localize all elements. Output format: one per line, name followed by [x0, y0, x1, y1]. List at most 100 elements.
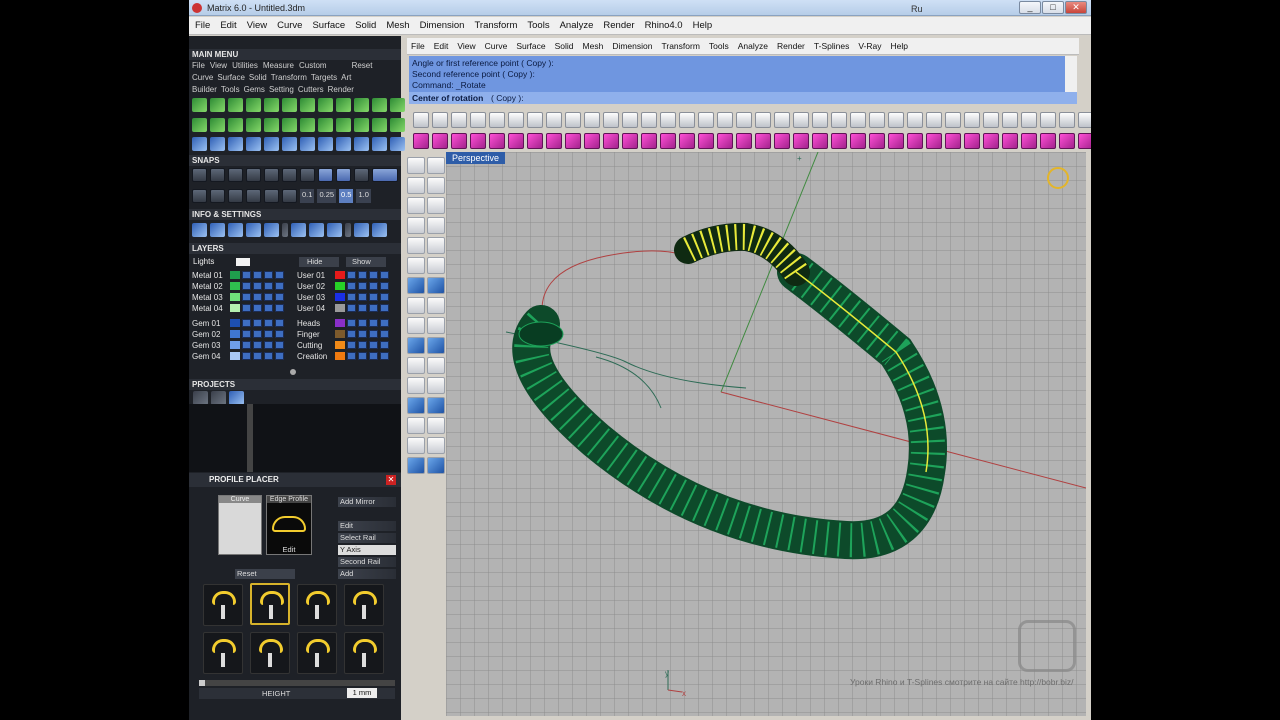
material-icon[interactable]	[291, 223, 306, 237]
sun-icon[interactable]	[907, 112, 923, 128]
ring-builder-icon[interactable]	[192, 98, 207, 112]
tsplines-tool-7-icon[interactable]	[527, 133, 543, 149]
profile-tool-8[interactable]	[344, 632, 384, 674]
layer-visibility-icon[interactable]	[347, 271, 356, 279]
tsplines-tool-12-icon[interactable]	[622, 133, 638, 149]
snap-ortho-icon[interactable]	[372, 168, 398, 182]
sidebar-tool-2-icon[interactable]	[427, 157, 445, 174]
layer-visibility-icon[interactable]	[347, 293, 356, 301]
layer-visibility-icon[interactable]	[347, 304, 356, 312]
layer-select-icon[interactable]	[275, 304, 284, 312]
snap-value-025[interactable]: 0.25	[317, 189, 337, 203]
layer-row-user-02[interactable]: User 02	[297, 281, 389, 291]
layer-lights-swatch[interactable]	[236, 258, 250, 266]
tsplines-tool-31-icon[interactable]	[983, 133, 999, 149]
layer-row-user-04[interactable]: User 04	[297, 303, 389, 313]
taper-icon[interactable]	[354, 118, 369, 132]
sidebar-tool-19-icon[interactable]	[407, 337, 425, 354]
gallery-builder-icon[interactable]	[282, 98, 297, 112]
tsplines-tool-6-icon[interactable]	[508, 133, 524, 149]
layer-lock-icon[interactable]	[358, 293, 367, 301]
lasso-icon[interactable]	[812, 112, 828, 128]
sidebar-tool-3-icon[interactable]	[407, 177, 425, 194]
perspective-viewport[interactable]: Perspective + y x Уроки Rhino и T-Spline…	[446, 152, 1086, 716]
layer-row-user-03[interactable]: User 03	[297, 292, 389, 302]
tsplines-tool-9-icon[interactable]	[565, 133, 581, 149]
snap-disable-icon[interactable]	[246, 189, 261, 203]
sidebar-tool-24-icon[interactable]	[427, 377, 445, 394]
layer-material-icon[interactable]	[264, 282, 273, 290]
submenu-builder[interactable]: Builder	[192, 85, 217, 94]
menu-view[interactable]: View	[247, 20, 267, 31]
grid-icon[interactable]	[228, 118, 243, 132]
rhino-menu-edit[interactable]: Edit	[434, 41, 449, 51]
menu-analyze[interactable]: Analyze	[560, 20, 594, 31]
zoom-selected-icon[interactable]	[698, 112, 714, 128]
layer-row-creation[interactable]: Creation	[297, 351, 389, 361]
sidebar-tool-26-icon[interactable]	[427, 397, 445, 414]
tsplines-tool-22-icon[interactable]	[812, 133, 828, 149]
submenu-surface[interactable]: Surface	[217, 73, 245, 82]
layer-material-icon[interactable]	[369, 282, 378, 290]
tsplines-tool-27-icon[interactable]	[907, 133, 923, 149]
tsplines-tool-13-icon[interactable]	[641, 133, 657, 149]
submenu-tools[interactable]: Tools	[221, 85, 240, 94]
snap-knot-icon[interactable]	[354, 168, 369, 182]
layer-visibility-icon[interactable]	[347, 352, 356, 360]
tsplines-tool-16-icon[interactable]	[698, 133, 714, 149]
layer-lock-icon[interactable]	[253, 330, 262, 338]
layer-name[interactable]: Gem 01	[192, 319, 228, 328]
scale-icon[interactable]	[264, 137, 279, 151]
earring-builder-icon[interactable]	[390, 98, 405, 112]
layer-name[interactable]: User 01	[297, 271, 333, 280]
sidebar-tool-13-icon[interactable]	[407, 277, 425, 294]
layer-lock-icon[interactable]	[253, 304, 262, 312]
rhino-menu-curve[interactable]: Curve	[485, 41, 508, 51]
render-icon[interactable]	[850, 112, 866, 128]
layer-row-heads[interactable]: Heads	[297, 318, 389, 328]
pen-icon[interactable]	[246, 223, 261, 237]
language-indicator[interactable]: Ru	[911, 4, 923, 14]
points-icon[interactable]	[831, 112, 847, 128]
tsplines-tool-21-icon[interactable]	[793, 133, 809, 149]
layer-lock-icon[interactable]	[358, 304, 367, 312]
submenu-solid[interactable]: Solid	[249, 73, 267, 82]
tsplines-tool-4-icon[interactable]	[470, 133, 486, 149]
snap-axis-icon[interactable]	[264, 189, 279, 203]
rhino-menu-t-splines[interactable]: T-Splines	[814, 41, 849, 51]
layer-name[interactable]: Metal 01	[192, 271, 228, 280]
layer-select-icon[interactable]	[380, 341, 389, 349]
sidebar-tool-10-icon[interactable]	[427, 237, 445, 254]
sidebar-tool-29-icon[interactable]	[407, 437, 425, 454]
project-info-icon[interactable]	[229, 391, 244, 405]
snap-point-icon[interactable]	[228, 168, 243, 182]
layer-name[interactable]: User 04	[297, 304, 333, 313]
split-icon[interactable]	[282, 118, 297, 132]
layer-material-icon[interactable]	[369, 293, 378, 301]
weight-icon[interactable]	[210, 223, 225, 237]
submenu-render[interactable]: Render	[328, 85, 354, 94]
snap-value-01[interactable]: 0.1	[300, 189, 315, 203]
layer-lock-icon[interactable]	[253, 293, 262, 301]
layer-color-swatch[interactable]	[230, 330, 240, 338]
layer-color-swatch[interactable]	[230, 341, 240, 349]
render-settings-icon[interactable]	[309, 223, 324, 237]
sidebar-tool-14-icon[interactable]	[427, 277, 445, 294]
sidebar-tool-11-icon[interactable]	[407, 257, 425, 274]
sidebar-tool-5-icon[interactable]	[407, 197, 425, 214]
snap-mid-icon[interactable]	[246, 168, 261, 182]
sphere-icon[interactable]	[264, 118, 279, 132]
rhino-menu-tools[interactable]: Tools	[709, 41, 729, 51]
layer-select-icon[interactable]	[380, 304, 389, 312]
snap-value-10[interactable]: 1.0	[356, 189, 371, 203]
print-icon[interactable]	[470, 112, 486, 128]
rhino-menu-v-ray[interactable]: V-Ray	[858, 41, 881, 51]
frame-icon[interactable]	[246, 118, 261, 132]
layer-color-swatch[interactable]	[335, 341, 345, 349]
menu-solid[interactable]: Solid	[355, 20, 376, 31]
command-option-copy[interactable]: ( Copy ):	[491, 93, 524, 103]
select-rail-button[interactable]: Select Rail	[338, 533, 396, 543]
layer-material-icon[interactable]	[264, 293, 273, 301]
project-add-icon[interactable]	[193, 391, 208, 405]
layer-material-icon[interactable]	[369, 330, 378, 338]
